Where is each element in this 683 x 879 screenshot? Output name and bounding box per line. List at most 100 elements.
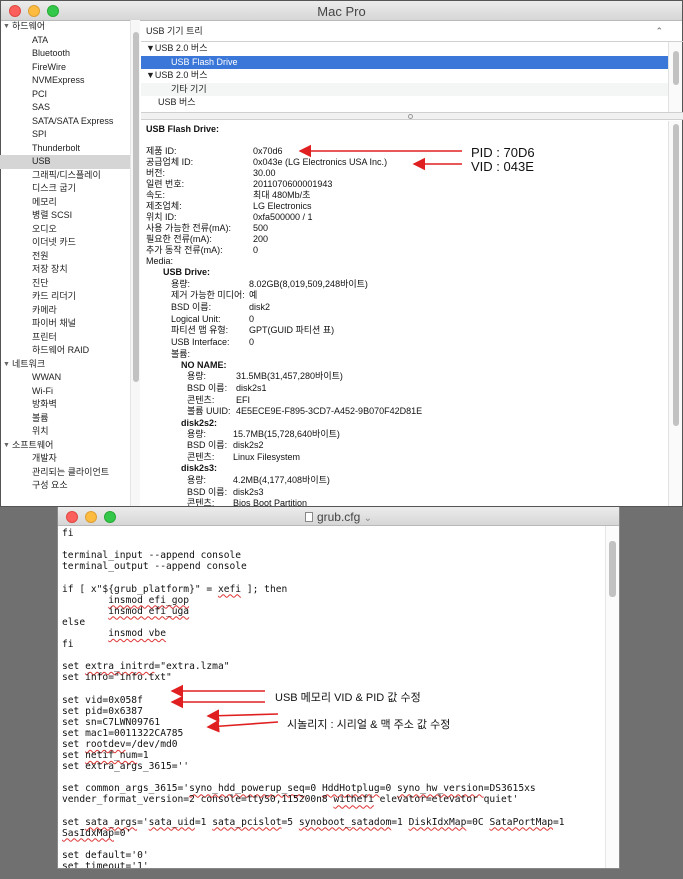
- sidebar-item[interactable]: SPI: [0, 128, 139, 142]
- detail-value: GPT(GUID 파티션 표): [249, 325, 335, 335]
- detail-scrollbar[interactable]: [668, 121, 682, 506]
- detail-value: 4.2MB(4,177,408바이트): [233, 475, 330, 485]
- sidebar-item[interactable]: 전원: [0, 250, 139, 264]
- sidebar-category[interactable]: ▼ 네트워크: [0, 358, 139, 372]
- sidebar-item[interactable]: 방화벽: [0, 398, 139, 412]
- split-divider[interactable]: [141, 112, 683, 120]
- sidebar-item[interactable]: WWAN: [0, 371, 139, 385]
- tree-row[interactable]: 기타 기기: [141, 82, 668, 96]
- chevron-down-icon[interactable]: ⌄: [364, 513, 372, 524]
- sidebar-item[interactable]: 프린터: [0, 331, 139, 345]
- editor-title-label: grub.cfg: [316, 510, 361, 524]
- sidebar-item[interactable]: 저장 장치: [0, 263, 139, 277]
- editor-scroll-thumb[interactable]: [609, 541, 616, 597]
- sidebar-item[interactable]: 그래픽/디스플레이: [0, 169, 139, 183]
- code-token: set extra_args_3615='': [62, 761, 190, 773]
- sidebar-item[interactable]: 파이버 채널: [0, 317, 139, 331]
- code-token: set pid=0x6387: [62, 705, 143, 717]
- code-token-flagged: SasIdxMap: [62, 827, 114, 839]
- sidebar-item[interactable]: 병렬 SCSI: [0, 209, 139, 223]
- sidebar-category[interactable]: ▼ 하드웨어: [0, 20, 139, 34]
- editor-title-bar: grub.cfg ⌄: [58, 507, 619, 526]
- sidebar-item[interactable]: Bluetooth: [0, 47, 139, 61]
- code-token-flagged: extra_initrd: [85, 661, 155, 673]
- sidebar-item[interactable]: FireWire: [0, 61, 139, 75]
- vid-annotation: VID : 043E: [471, 159, 534, 174]
- sidebar-item[interactable]: ATA: [0, 34, 139, 48]
- code-token: =': [137, 816, 149, 828]
- code-token-flagged: insmod efi_gop: [108, 594, 190, 606]
- sidebar-item[interactable]: 진단: [0, 277, 139, 291]
- tree-scroll-thumb[interactable]: [673, 51, 679, 85]
- sidebar-item[interactable]: 구성 요소: [0, 479, 139, 493]
- sidebar-item[interactable]: SAS: [0, 101, 139, 115]
- sidebar-item[interactable]: 개발자: [0, 452, 139, 466]
- disclosure-triangle-icon[interactable]: ▼: [3, 439, 12, 453]
- sidebar-item[interactable]: NVMExpress: [0, 74, 139, 88]
- detail-key: 콘텐츠:: [187, 395, 215, 405]
- code-token: fi: [62, 639, 74, 650]
- detail-scroll-thumb[interactable]: [673, 124, 679, 426]
- divider-handle-icon[interactable]: [408, 114, 413, 119]
- editor-title[interactable]: grub.cfg ⌄: [58, 510, 619, 524]
- code-token: =/dev/md0: [125, 738, 178, 750]
- detail-value: disk2s3: [233, 487, 264, 497]
- sidebar-item[interactable]: 볼륨: [0, 412, 139, 426]
- code-token-flagged: sata_pcislot: [212, 816, 282, 828]
- tree-header[interactable]: USB 기기 트리 ⌃: [141, 20, 683, 42]
- code-token: set default='0': [62, 849, 149, 861]
- sidebar-item[interactable]: 카드 리더기: [0, 290, 139, 304]
- sidebar-item[interactable]: USB: [0, 155, 139, 169]
- sidebar-item[interactable]: 디스크 굽기: [0, 182, 139, 196]
- detail-value: 예: [249, 290, 258, 300]
- code-token: set mac1=0011322CA785: [62, 727, 184, 739]
- detail-value: 15.7MB(15,728,640바이트): [233, 429, 340, 439]
- sidebar-item[interactable]: 위치: [0, 425, 139, 439]
- disclosure-triangle-icon[interactable]: ▼: [3, 20, 12, 34]
- detail-value: 최대 480Mb/초: [253, 190, 311, 200]
- chevron-up-icon[interactable]: ⌃: [655, 20, 663, 42]
- code-token: =1: [194, 816, 213, 828]
- editor-scrollbar[interactable]: [605, 526, 619, 868]
- detail-key: 볼륨:: [171, 349, 191, 359]
- sidebar-item[interactable]: Thunderbolt: [0, 142, 139, 156]
- title-bar: Mac Pro: [1, 1, 682, 21]
- code-line: set netif_num=1: [62, 750, 149, 761]
- detail-value: 8.02GB(8,019,509,248바이트): [249, 279, 368, 289]
- code-token: =5: [281, 816, 299, 828]
- detail-key: 공급업체 ID:: [146, 157, 194, 167]
- sidebar-item[interactable]: 하드웨어 RAID: [0, 344, 139, 358]
- code-line: set pid=0x6387: [62, 706, 143, 717]
- detail-value: LG Electronics: [253, 201, 312, 211]
- code-token-flagged: syno_hdd_powerup_seq: [189, 783, 305, 795]
- sidebar-item[interactable]: SATA/SATA Express: [0, 115, 139, 129]
- detail-value: 500: [253, 223, 269, 233]
- code-token: set sn=C7LWN09761: [62, 716, 161, 728]
- sidebar-scroll-thumb[interactable]: [133, 32, 139, 382]
- detail-value: 2011070600001943: [253, 179, 333, 189]
- detail-key: 용량:: [187, 429, 207, 439]
- disclosure-triangle-icon[interactable]: ▼: [3, 358, 12, 372]
- tree-row[interactable]: ▼USB 2.0 버스: [141, 69, 668, 83]
- sidebar-category[interactable]: ▼ 소프트웨어: [0, 439, 139, 453]
- tree-scrollbar[interactable]: [668, 42, 682, 112]
- sidebar-item[interactable]: PCI: [0, 88, 139, 102]
- sidebar-item[interactable]: 이더넷 카드: [0, 236, 139, 250]
- document-icon: [304, 512, 313, 522]
- code-token-flagged: rootdev: [85, 738, 126, 750]
- sidebar-item[interactable]: 메모리: [0, 196, 139, 210]
- sidebar-scrollbar[interactable]: [130, 20, 140, 506]
- sidebar-item[interactable]: 카메라: [0, 304, 139, 318]
- code-line: insmod efi_uga: [62, 606, 189, 617]
- tree-row[interactable]: USB 버스: [141, 96, 668, 110]
- code-token: ="extra.lzma": [154, 661, 230, 673]
- detail-key: USB Drive:: [163, 267, 211, 277]
- tree-row[interactable]: USB Flash Drive: [141, 55, 668, 69]
- sidebar-item[interactable]: Wi-Fi: [0, 385, 139, 399]
- tree-row[interactable]: ▼USB 2.0 버스: [141, 42, 668, 56]
- sidebar-item[interactable]: 오디오: [0, 223, 139, 237]
- code-token-flagged: insmod efi_uga: [108, 605, 190, 617]
- code-token-flagged: DiskIdxMap: [408, 816, 467, 828]
- sidebar-item[interactable]: 관리되는 클라이언트: [0, 466, 139, 480]
